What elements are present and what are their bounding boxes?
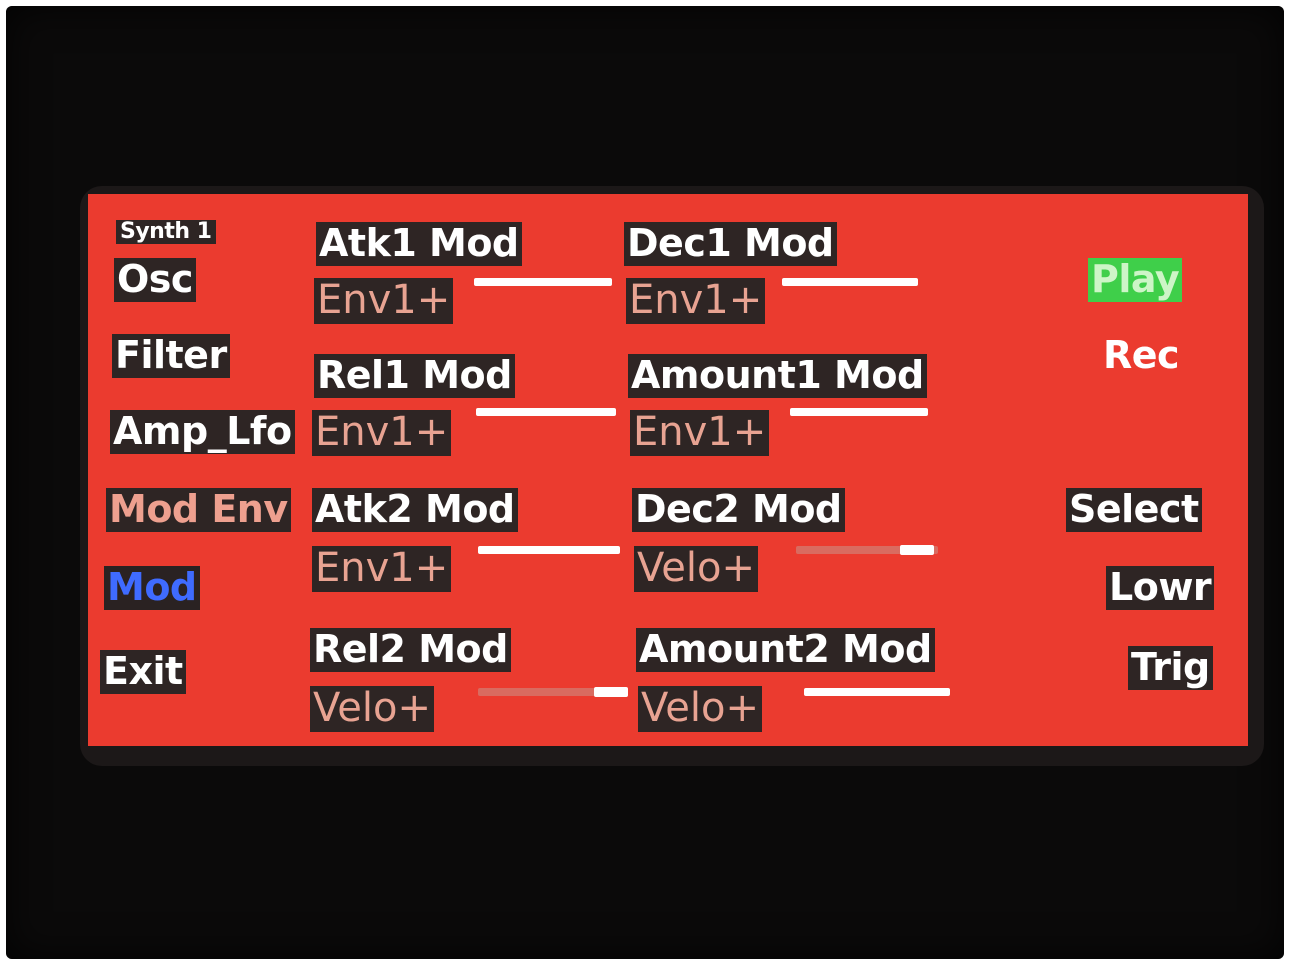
param-rel2-name: Rel2 Mod (310, 628, 511, 672)
select-button[interactable]: Select (1066, 488, 1202, 532)
param-atk1-value[interactable]: Env1+ (314, 278, 454, 324)
param-dec1-slider[interactable] (782, 278, 918, 286)
rec-button[interactable]: Rec (1100, 334, 1182, 378)
param-atk2-value[interactable]: Env1+ (312, 546, 452, 592)
menu-mod-env[interactable]: Mod Env (106, 488, 291, 532)
menu-mod[interactable]: Mod (104, 566, 200, 610)
menu-filter[interactable]: Filter (112, 334, 230, 378)
param-rel2-slider-knob[interactable] (594, 687, 628, 697)
param-amount2-value[interactable]: Velo+ (638, 686, 762, 732)
play-button[interactable]: Play (1088, 258, 1183, 302)
menu-amp-lfo[interactable]: Amp_Lfo (110, 410, 295, 454)
trig-button[interactable]: Trig (1128, 646, 1213, 690)
param-dec2-value[interactable]: Velo+ (634, 546, 758, 592)
param-amount1-slider[interactable] (790, 408, 928, 416)
menu-osc[interactable]: Osc (114, 258, 196, 302)
param-dec2-name: Dec2 Mod (632, 488, 845, 532)
param-dec1-name: Dec1 Mod (624, 222, 837, 266)
menu-exit[interactable]: Exit (100, 650, 186, 694)
param-rel1-name: Rel1 Mod (314, 354, 515, 398)
param-atk1-slider[interactable] (474, 278, 612, 286)
param-amount2-slider[interactable] (804, 688, 950, 696)
param-dec1-value[interactable]: Env1+ (626, 278, 766, 324)
param-atk1-name: Atk1 Mod (316, 222, 522, 266)
param-amount1-name: Amount1 Mod (628, 354, 927, 398)
param-atk2-slider[interactable] (478, 546, 620, 554)
param-rel1-value[interactable]: Env1+ (312, 410, 452, 456)
synth-screen: Synth 1 Osc Filter Amp_Lfo Mod Env Mod E… (88, 194, 1248, 746)
lowr-button[interactable]: Lowr (1106, 566, 1215, 610)
param-dec2-slider-knob[interactable] (900, 545, 934, 555)
param-amount2-name: Amount2 Mod (636, 628, 935, 672)
param-atk2-name: Atk2 Mod (312, 488, 518, 532)
param-amount1-value[interactable]: Env1+ (630, 410, 770, 456)
param-rel2-value[interactable]: Velo+ (310, 686, 434, 732)
synth-label: Synth 1 (116, 220, 216, 244)
param-rel1-slider[interactable] (476, 408, 616, 416)
